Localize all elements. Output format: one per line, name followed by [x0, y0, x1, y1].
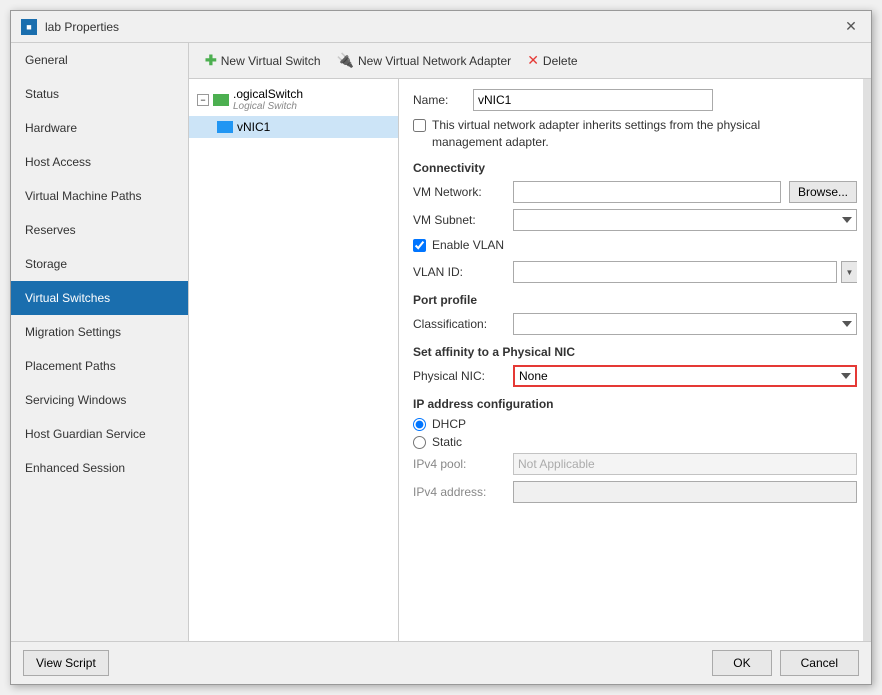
tree-nic-item[interactable]: vNIC1	[189, 116, 398, 138]
connectivity-section-title: Connectivity	[413, 161, 857, 175]
vlan-id-row: VLAN ID: ▼	[413, 261, 857, 283]
ip-config-section-title: IP address configuration	[413, 397, 857, 411]
tree-panel: − .ogicalSwitch Logical Switch vNIC1	[189, 79, 399, 641]
vm-network-label: VM Network:	[413, 185, 513, 199]
switch-icon	[213, 94, 229, 106]
classification-label: Classification:	[413, 317, 513, 331]
sidebar-item-storage[interactable]: Storage	[11, 247, 188, 281]
dhcp-radio[interactable]	[413, 418, 426, 431]
inherits-checkbox-row: This virtual network adapter inherits se…	[413, 117, 857, 151]
sidebar-item-placement-paths[interactable]: Placement Paths	[11, 349, 188, 383]
tree-nic-label: vNIC1	[237, 120, 270, 134]
vm-subnet-label: VM Subnet:	[413, 213, 513, 227]
delete-button[interactable]: ✕ Delete	[519, 49, 585, 72]
ipv4-address-row: IPv4 address:	[413, 481, 857, 503]
new-virtual-switch-icon: ✚	[205, 52, 217, 69]
close-button[interactable]: ✕	[841, 17, 861, 37]
new-virtual-switch-button[interactable]: ✚ New Virtual Switch	[197, 49, 329, 72]
dialog: ■ lab Properties ✕ General Status Hardwa…	[10, 10, 872, 685]
set-affinity-section-title: Set affinity to a Physical NIC	[413, 345, 857, 359]
port-profile-section-title: Port profile	[413, 293, 857, 307]
sidebar-item-servicing-windows[interactable]: Servicing Windows	[11, 383, 188, 417]
sidebar: General Status Hardware Host Access Virt…	[11, 43, 189, 641]
ipv4-address-input[interactable]	[513, 481, 857, 503]
title-bar: ■ lab Properties ✕	[11, 11, 871, 43]
ipv4-address-label: IPv4 address:	[413, 485, 513, 499]
dialog-footer: View Script OK Cancel	[11, 641, 871, 684]
sidebar-item-virtual-switches[interactable]: Virtual Switches	[11, 281, 188, 315]
inherits-checkbox[interactable]	[413, 119, 426, 132]
sidebar-item-hardware[interactable]: Hardware	[11, 111, 188, 145]
name-row: Name:	[413, 89, 857, 111]
app-icon: ■	[21, 19, 37, 35]
static-radio[interactable]	[413, 436, 426, 449]
vm-network-input[interactable]	[513, 181, 781, 203]
nic-icon	[217, 121, 233, 133]
vm-network-row: VM Network: Browse...	[413, 181, 857, 203]
dhcp-radio-label: DHCP	[432, 417, 466, 431]
cancel-button[interactable]: Cancel	[780, 650, 859, 676]
vlan-id-dropdown-icon: ▼	[846, 268, 854, 277]
sidebar-item-host-access[interactable]: Host Access	[11, 145, 188, 179]
enable-vlan-label: Enable VLAN	[432, 237, 504, 254]
name-label: Name:	[413, 93, 473, 107]
ipv4-pool-label: IPv4 pool:	[413, 457, 513, 471]
details-scrollbar[interactable]	[863, 79, 871, 641]
sidebar-item-host-guardian[interactable]: Host Guardian Service	[11, 417, 188, 451]
footer-right: OK Cancel	[712, 650, 859, 676]
sidebar-item-status[interactable]: Status	[11, 77, 188, 111]
dialog-body: General Status Hardware Host Access Virt…	[11, 43, 871, 641]
vm-subnet-row: VM Subnet:	[413, 209, 857, 231]
ok-button[interactable]: OK	[712, 650, 771, 676]
main-content: ✚ New Virtual Switch 🔌 New Virtual Netwo…	[189, 43, 871, 641]
sidebar-item-vm-paths[interactable]: Virtual Machine Paths	[11, 179, 188, 213]
footer-left: View Script	[23, 650, 109, 676]
tree-expand-icon[interactable]: −	[197, 94, 209, 106]
sidebar-item-reserves[interactable]: Reserves	[11, 213, 188, 247]
delete-icon: ✕	[527, 52, 539, 69]
new-virtual-network-adapter-button[interactable]: 🔌 New Virtual Network Adapter	[329, 49, 520, 72]
physical-nic-select[interactable]: None	[513, 365, 857, 387]
sidebar-item-general[interactable]: General	[11, 43, 188, 77]
toolbar: ✚ New Virtual Switch 🔌 New Virtual Netwo…	[189, 43, 871, 79]
classification-select[interactable]	[513, 313, 857, 335]
inherits-checkbox-label: This virtual network adapter inherits se…	[432, 117, 792, 151]
title-bar-left: ■ lab Properties	[21, 19, 119, 35]
ipv4-pool-row: IPv4 pool: Not Applicable	[413, 453, 857, 475]
vlan-id-label: VLAN ID:	[413, 265, 513, 279]
new-virtual-network-adapter-icon: 🔌	[337, 52, 354, 69]
enable-vlan-checkbox[interactable]	[413, 239, 426, 252]
view-script-button[interactable]: View Script	[23, 650, 109, 676]
vm-subnet-select[interactable]	[513, 209, 857, 231]
dhcp-radio-row: DHCP	[413, 417, 857, 431]
browse-button[interactable]: Browse...	[789, 181, 857, 203]
tree-switch-label: .ogicalSwitch Logical Switch	[233, 87, 303, 112]
tree-switch-item[interactable]: − .ogicalSwitch Logical Switch	[189, 83, 398, 116]
content-area: − .ogicalSwitch Logical Switch vNIC1	[189, 79, 871, 641]
dialog-title: lab Properties	[45, 20, 119, 34]
vlan-id-input[interactable]	[513, 261, 837, 283]
classification-row: Classification:	[413, 313, 857, 335]
ipv4-pool-select[interactable]: Not Applicable	[513, 453, 857, 475]
static-radio-label: Static	[432, 435, 462, 449]
sidebar-item-migration-settings[interactable]: Migration Settings	[11, 315, 188, 349]
physical-nic-label: Physical NIC:	[413, 369, 513, 383]
name-input[interactable]	[473, 89, 713, 111]
details-panel: Name: This virtual network adapter inher…	[399, 79, 871, 641]
enable-vlan-row: Enable VLAN	[413, 237, 857, 254]
static-radio-row: Static	[413, 435, 857, 449]
physical-nic-row: Physical NIC: None	[413, 365, 857, 387]
sidebar-item-enhanced-session[interactable]: Enhanced Session	[11, 451, 188, 485]
